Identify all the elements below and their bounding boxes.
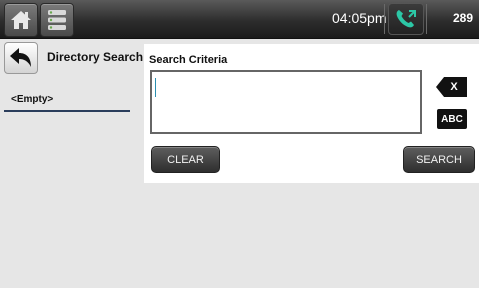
search-panel: Search Criteria X ABC CLEAR SEARCH: [144, 44, 479, 183]
search-input[interactable]: [150, 70, 422, 134]
home-button[interactable]: [4, 3, 38, 37]
screen: 04:05pm 289 Directory Search <Empty> Sea…: [0, 0, 479, 288]
divider: [426, 4, 427, 34]
divider: [384, 4, 385, 34]
back-button[interactable]: [4, 42, 38, 74]
menu-button[interactable]: [40, 3, 74, 37]
top-bar: 04:05pm 289: [0, 0, 479, 39]
backspace-button[interactable]: X: [436, 77, 467, 97]
list-item[interactable]: <Empty>: [4, 92, 130, 112]
extension-number: 289: [453, 11, 474, 25]
back-arrow-icon: [10, 48, 31, 67]
home-icon: [11, 11, 31, 29]
phone-button[interactable]: [388, 3, 424, 35]
page-title: Directory Search: [47, 50, 144, 64]
search-button[interactable]: SEARCH: [403, 146, 475, 173]
phone-icon: [396, 10, 416, 28]
keyboard-abc-button[interactable]: ABC: [437, 109, 467, 129]
search-criteria-title: Search Criteria: [149, 54, 228, 66]
text-cursor: [155, 78, 156, 97]
clock: 04:05pm: [332, 10, 387, 26]
list-item-label: <Empty>: [11, 94, 54, 105]
clear-button[interactable]: CLEAR: [151, 146, 220, 173]
list-menu-icon: [48, 10, 66, 30]
